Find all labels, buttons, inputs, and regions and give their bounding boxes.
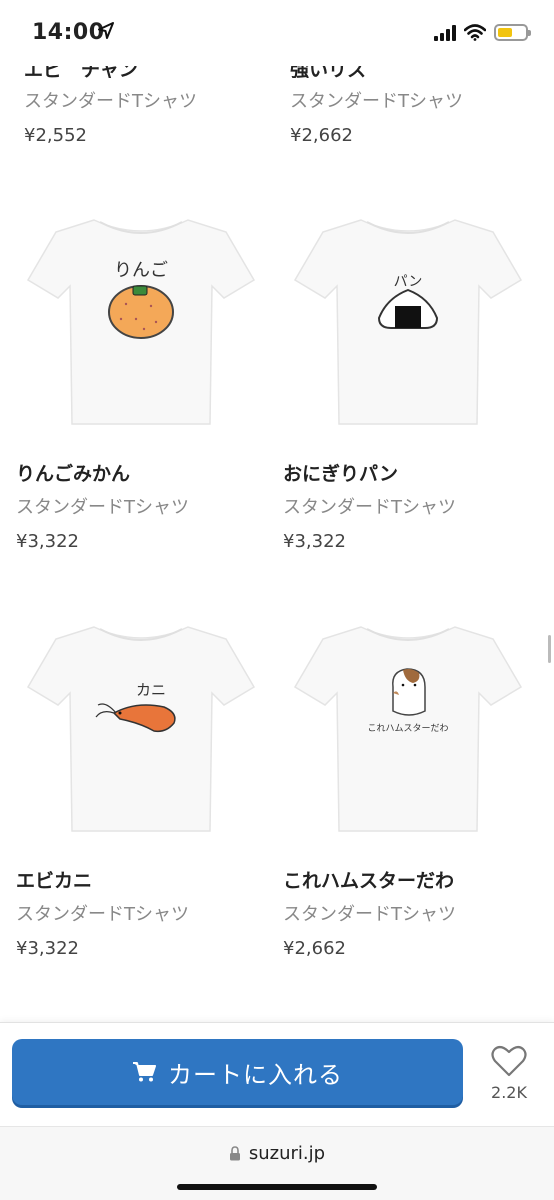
product-title[interactable]: エビカニ — [16, 869, 266, 893]
status-bar: 14:00 — [0, 0, 554, 66]
print-text: りんご — [114, 260, 168, 281]
cart-icon — [133, 1062, 156, 1082]
heart-icon — [491, 1045, 527, 1077]
tshirt-image[interactable]: りんご — [16, 194, 266, 444]
favorite-button[interactable]: 2.2K — [484, 1045, 534, 1102]
scroll-indicator[interactable] — [548, 635, 551, 663]
url-text[interactable]: suzuri.jp — [249, 1143, 325, 1164]
print-text: これハムスターだわ — [367, 723, 448, 734]
tshirt-image[interactable]: パン — [283, 194, 533, 444]
favorite-count: 2.2K — [491, 1083, 527, 1102]
lock-icon — [229, 1146, 240, 1161]
product-title[interactable]: おにぎりパン — [283, 462, 533, 486]
wifi-icon — [464, 24, 486, 41]
product-price: ¥2,662 — [290, 125, 353, 146]
product-type: スタンダードTシャツ — [16, 904, 189, 925]
product-price: ¥3,322 — [16, 531, 79, 552]
product-card-partial[interactable]: スタンダードTシャツ ¥2,662 — [290, 90, 540, 148]
bottom-action-bar: カートに入れる 2.2K — [0, 1022, 554, 1126]
print-text: パン — [394, 274, 423, 290]
print-text: カニ — [136, 681, 166, 699]
add-to-cart-label: カートに入れる — [168, 1061, 343, 1089]
product-card[interactable]: パン おにぎりパン スタンダードTシャツ ¥3,322 — [283, 194, 533, 554]
product-price: ¥3,322 — [16, 938, 79, 959]
battery-icon — [494, 24, 531, 41]
location-arrow-icon — [98, 22, 114, 39]
product-card[interactable]: カニ エビカニ スタンダードTシャツ ¥3,322 — [16, 601, 266, 961]
tshirt-image[interactable]: カニ — [16, 601, 266, 851]
product-price: ¥2,662 — [283, 938, 346, 959]
product-type: スタンダードTシャツ — [24, 91, 197, 112]
home-indicator[interactable] — [177, 1184, 377, 1190]
product-card[interactable]: これハムスターだわ これハムスターだわ スタンダードTシャツ ¥2,662 — [283, 601, 533, 961]
product-type: スタンダードTシャツ — [283, 497, 456, 518]
product-price: ¥3,322 — [283, 531, 346, 552]
product-type: スタンダードTシャツ — [283, 904, 456, 925]
product-price: ¥2,552 — [24, 125, 87, 146]
product-title[interactable]: りんごみかん — [16, 462, 266, 486]
product-type: スタンダードTシャツ — [16, 497, 189, 518]
product-card[interactable]: りんご りんごみかん スタンダードTシャツ ¥3,322 — [16, 194, 266, 554]
tshirt-image[interactable]: これハムスターだわ — [283, 601, 533, 851]
product-type: スタンダードTシャツ — [290, 91, 463, 112]
add-to-cart-button[interactable]: カートに入れる — [12, 1039, 463, 1105]
product-title[interactable]: これハムスターだわ — [283, 869, 533, 893]
cellular-signal-icon — [434, 24, 456, 41]
status-time: 14:00 — [32, 20, 105, 45]
product-card-partial[interactable]: スタンダードTシャツ ¥2,552 — [24, 90, 274, 148]
